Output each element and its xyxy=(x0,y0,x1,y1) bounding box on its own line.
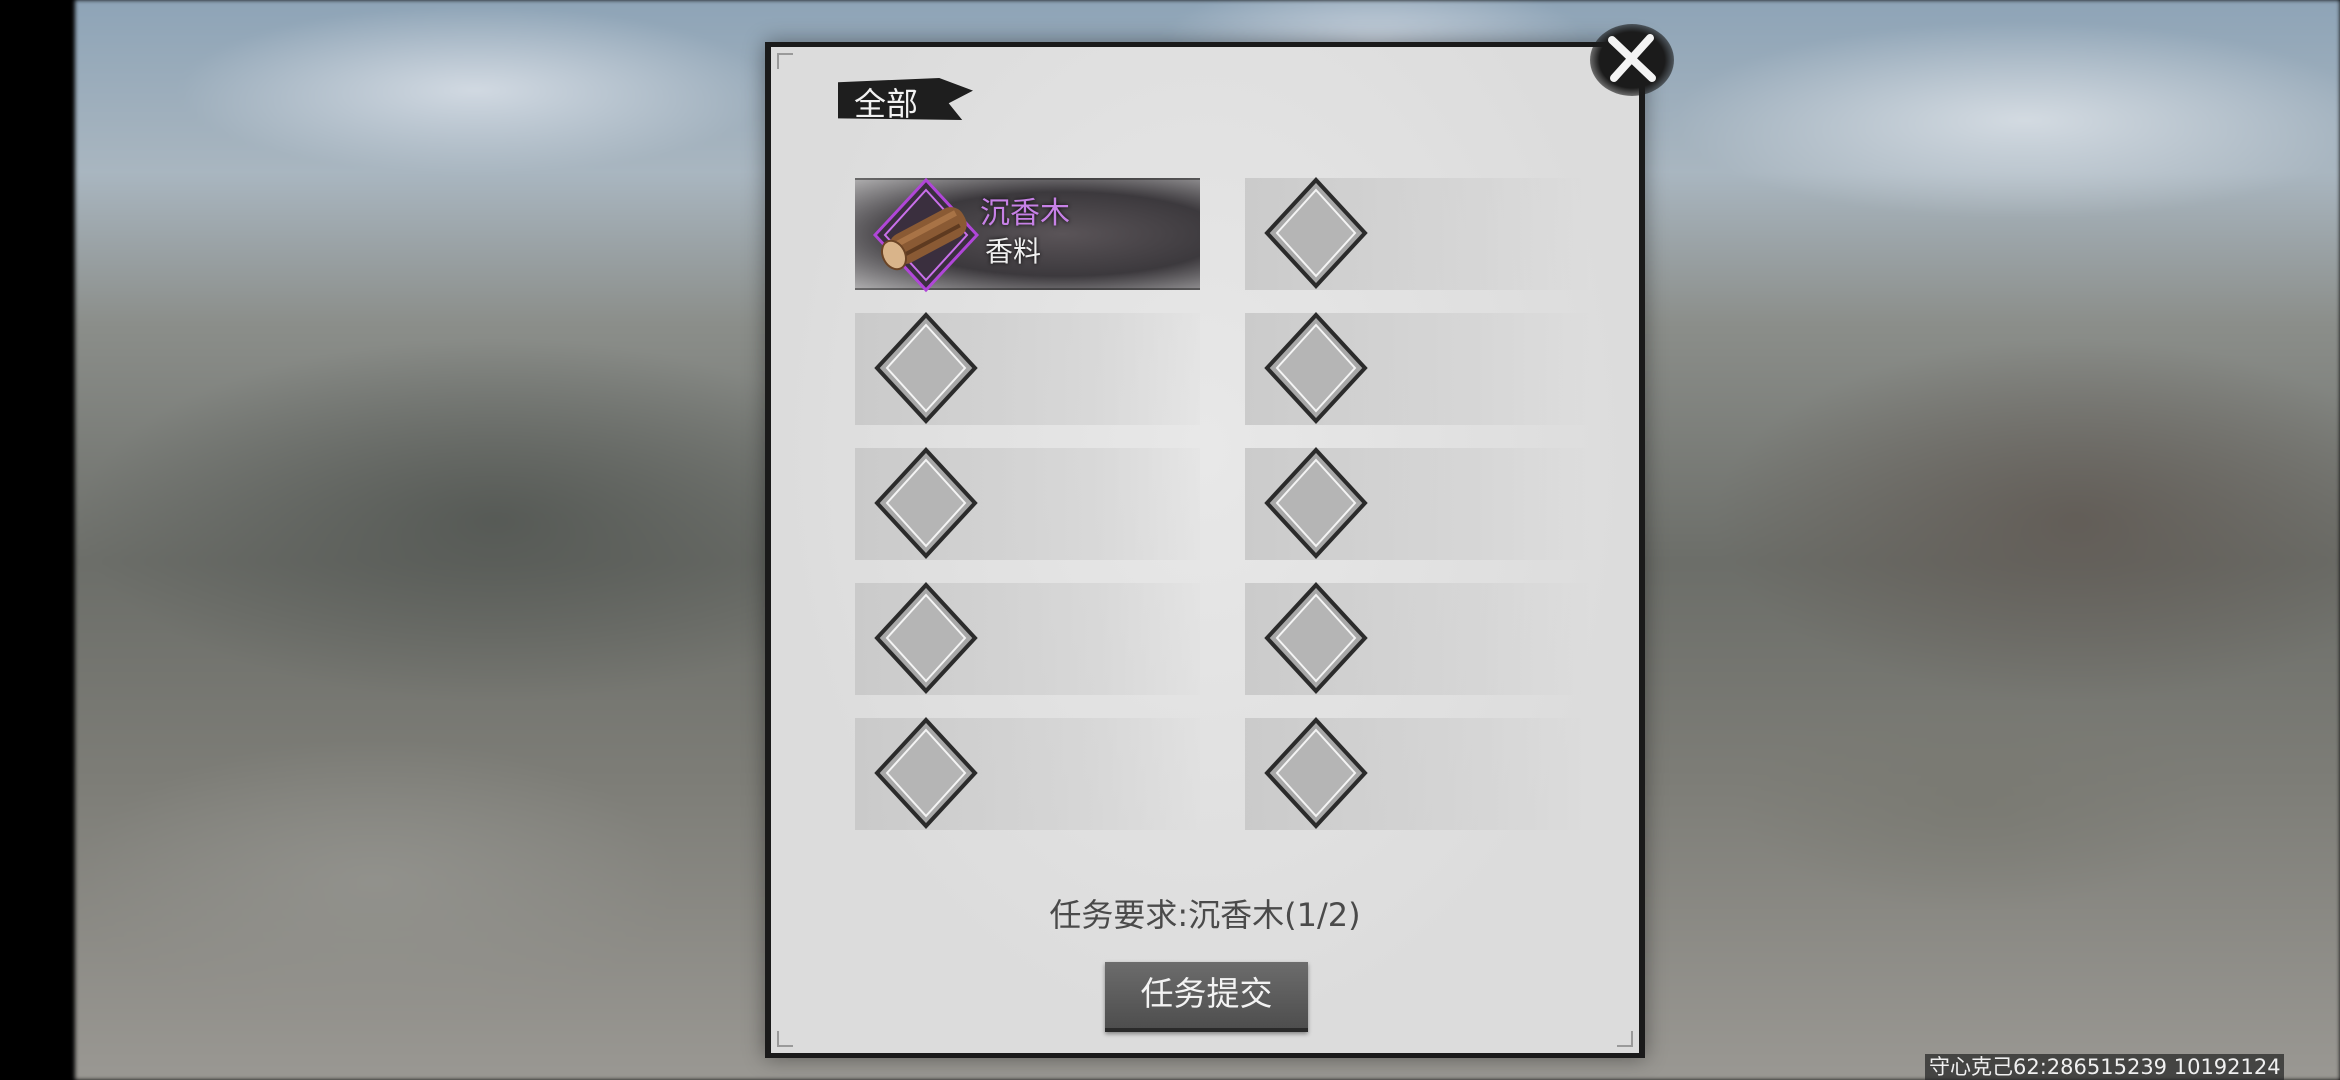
empty-slot-diamond xyxy=(1264,312,1368,424)
corner-ornament xyxy=(1617,1031,1633,1047)
empty-slot-diamond xyxy=(1264,582,1368,694)
close-button[interactable] xyxy=(1584,20,1680,100)
player-id-watermark: 守心克己62:286515239 10192124 xyxy=(1925,1054,2284,1080)
left-black-bar xyxy=(0,0,75,1080)
inventory-slot-9[interactable] xyxy=(855,717,1200,830)
tab-all[interactable]: 全部 xyxy=(838,76,973,123)
empty-slot-diamond xyxy=(1264,717,1368,829)
corner-ornament xyxy=(777,1031,793,1047)
inventory-slot-4[interactable] xyxy=(1245,312,1590,425)
empty-slot-diamond xyxy=(1264,177,1368,289)
task-requirement-text: 任务要求:沉香木(1/2) xyxy=(1049,896,1361,934)
tab-all-label: 全部 xyxy=(854,85,919,123)
inventory-slot-8[interactable] xyxy=(1245,582,1590,695)
empty-slot-diamond xyxy=(874,312,978,424)
empty-slot-diamond xyxy=(874,717,978,829)
inventory-slot-1[interactable]: 沉香木 香料 xyxy=(855,177,1200,293)
item-type: 香料 xyxy=(985,235,1042,268)
item-frame-diamond xyxy=(872,177,980,293)
submit-task-button[interactable]: 任务提交 xyxy=(1105,962,1308,1032)
empty-slot-diamond xyxy=(1264,447,1368,559)
close-icon xyxy=(1608,34,1656,82)
inventory-slot-6[interactable] xyxy=(1245,447,1590,560)
inventory-slot-2[interactable] xyxy=(1245,177,1590,290)
inventory-slot-3[interactable] xyxy=(855,312,1200,425)
inventory-slot-7[interactable] xyxy=(855,582,1200,695)
corner-ornament xyxy=(777,53,793,69)
empty-slot-diamond xyxy=(874,582,978,694)
inventory-slot-5[interactable] xyxy=(855,447,1200,560)
inventory-slot-10[interactable] xyxy=(1245,717,1590,830)
empty-slot-diamond xyxy=(874,447,978,559)
game-screen: 全部 沉香木 香料 任务要求:沉香木(1/2) 任务提交 守心克己62:2865… xyxy=(0,0,2340,1080)
item-name: 沉香木 xyxy=(980,196,1070,231)
